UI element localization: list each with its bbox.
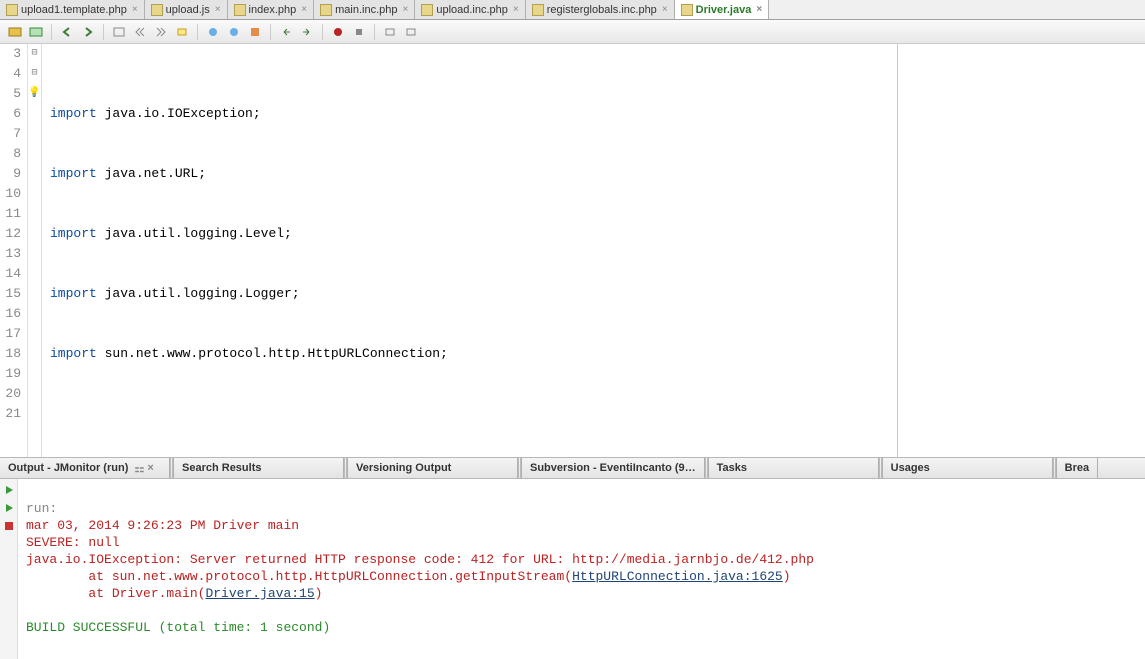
php-icon — [320, 4, 332, 16]
rerun-button[interactable] — [2, 483, 16, 497]
tab-driver-java[interactable]: Driver.java × — [675, 0, 770, 19]
stop-button[interactable] — [2, 519, 16, 533]
close-icon[interactable]: × — [513, 4, 519, 15]
line-number-gutter: 3456789101112131415161718192021 — [0, 44, 28, 457]
toolbar-separator — [322, 24, 323, 40]
tab-label: upload.inc.php — [436, 4, 508, 16]
rerun-debug-button[interactable] — [2, 501, 16, 515]
toolbar-separator — [103, 24, 104, 40]
search-results-tab[interactable]: Search Results — [174, 458, 344, 478]
back-button[interactable] — [58, 23, 76, 41]
tab-label: Driver.java — [696, 4, 752, 16]
output-build-status: BUILD SUCCESSFUL (total time: 1 second) — [26, 620, 330, 635]
breakpoints-tab[interactable]: Brea — [1057, 458, 1098, 478]
close-icon[interactable]: × — [147, 462, 153, 474]
toolbar-separator — [197, 24, 198, 40]
tab-upload1-template[interactable]: upload1.template.php × — [0, 0, 145, 19]
tab-upload-js[interactable]: upload.js × — [145, 0, 228, 19]
stacktrace-link[interactable]: Driver.java:15 — [205, 586, 314, 601]
stacktrace-link[interactable]: HttpURLConnection.java:1625 — [572, 569, 783, 584]
toolbar-separator — [374, 24, 375, 40]
code-content[interactable]: import java.io.IOException; import java.… — [42, 44, 1145, 457]
find-next-button[interactable] — [152, 23, 170, 41]
php-icon — [421, 4, 433, 16]
output-pane: run: mar 03, 2014 9:26:23 PM Driver main… — [0, 479, 1145, 659]
output-line: run: — [26, 501, 57, 516]
toolbar-separator — [270, 24, 271, 40]
versioning-output-tab[interactable]: Versioning Output — [348, 458, 518, 478]
output-console[interactable]: run: mar 03, 2014 9:26:23 PM Driver main… — [18, 479, 1145, 659]
output-line: mar 03, 2014 9:26:23 PM Driver main — [26, 518, 299, 533]
output-line: at sun.net.www.protocol.http.HttpURLConn… — [26, 569, 791, 584]
find-previous-button[interactable] — [131, 23, 149, 41]
shift-left-button[interactable] — [277, 23, 295, 41]
tasks-tab[interactable]: Tasks — [709, 458, 879, 478]
php-icon — [532, 4, 544, 16]
previous-bookmark-button[interactable] — [204, 23, 222, 41]
comment-button[interactable] — [381, 23, 399, 41]
start-macro-button[interactable] — [329, 23, 347, 41]
tab-label: index.php — [249, 4, 297, 16]
output-tab-bar: Output - JMonitor (run) ⚏ × Search Resul… — [0, 457, 1145, 479]
output-tab[interactable]: Output - JMonitor (run) ⚏ × — [0, 458, 170, 478]
forward-button[interactable] — [79, 23, 97, 41]
output-tab-label: Output - JMonitor (run) — [8, 462, 128, 474]
fold-gutter[interactable]: ⊟⊟💡 — [28, 44, 42, 457]
php-icon — [234, 4, 246, 16]
usages-tab[interactable]: Usages — [883, 458, 1053, 478]
tab-label: main.inc.php — [335, 4, 397, 16]
tab-label: upload1.template.php — [21, 4, 127, 16]
print-margin — [897, 44, 898, 457]
close-icon[interactable]: × — [215, 4, 221, 15]
tab-label: registerglobals.inc.php — [547, 4, 657, 16]
next-bookmark-button[interactable] — [225, 23, 243, 41]
shift-right-button[interactable] — [298, 23, 316, 41]
close-icon[interactable]: × — [301, 4, 307, 15]
history-button[interactable] — [27, 23, 45, 41]
pin-icon[interactable]: ⚏ — [134, 462, 144, 475]
uncomment-button[interactable] — [402, 23, 420, 41]
close-icon[interactable]: × — [402, 4, 408, 15]
close-icon[interactable]: × — [132, 4, 138, 15]
java-icon — [681, 4, 693, 16]
tab-registerglobals[interactable]: registerglobals.inc.php × — [526, 0, 675, 19]
output-line: java.io.IOException: Server returned HTT… — [26, 552, 814, 567]
output-gutter — [0, 479, 18, 659]
subversion-tab[interactable]: Subversion - EventiIncanto (9… — [522, 458, 705, 478]
editor-toolbar — [0, 20, 1145, 44]
close-icon[interactable]: × — [756, 4, 762, 15]
output-line: at Driver.main(Driver.java:15) — [26, 586, 322, 601]
toolbar-separator — [51, 24, 52, 40]
toggle-bookmark-button[interactable] — [246, 23, 264, 41]
tab-index-php[interactable]: index.php × — [228, 0, 315, 19]
output-line: SEVERE: null — [26, 535, 120, 550]
source-button[interactable] — [6, 23, 24, 41]
close-icon[interactable]: × — [662, 4, 668, 15]
toggle-highlight-button[interactable] — [173, 23, 191, 41]
tab-upload-inc[interactable]: upload.inc.php × — [415, 0, 525, 19]
code-editor[interactable]: 3456789101112131415161718192021 ⊟⊟💡 impo… — [0, 44, 1145, 457]
find-selection-button[interactable] — [110, 23, 128, 41]
js-icon — [151, 4, 163, 16]
file-tabs: upload1.template.php × upload.js × index.p… — [0, 0, 1145, 20]
stop-macro-button[interactable] — [350, 23, 368, 41]
tab-label: upload.js — [166, 4, 210, 16]
php-icon — [6, 4, 18, 16]
tab-main-inc[interactable]: main.inc.php × — [314, 0, 415, 19]
